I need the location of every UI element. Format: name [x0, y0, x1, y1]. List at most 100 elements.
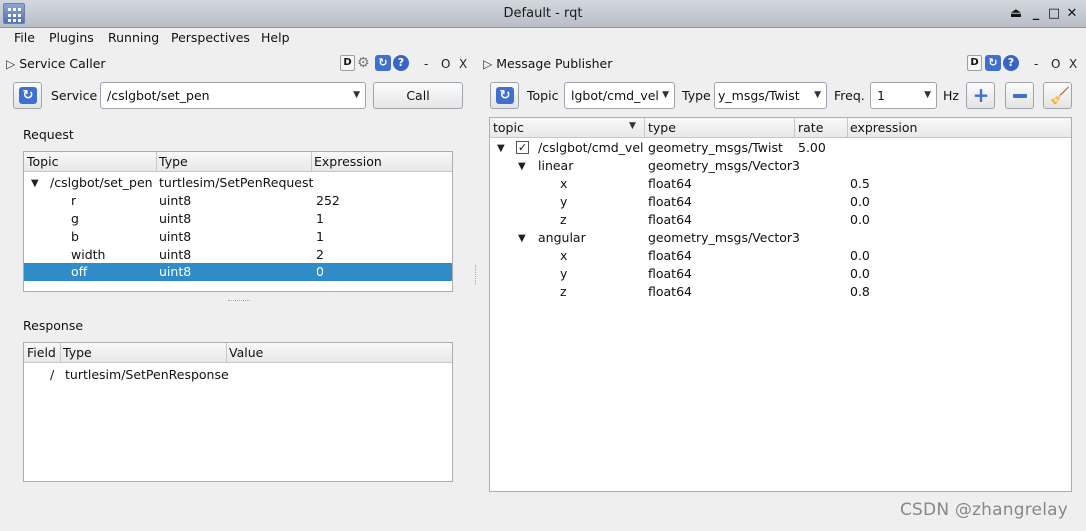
tree-row-topic[interactable]: z	[560, 284, 567, 299]
refresh-services-button[interactable]: ↻	[13, 82, 42, 109]
menu-file[interactable]: File	[14, 30, 35, 45]
tree-row-topic[interactable]: x	[560, 176, 567, 191]
table-row-expression[interactable]: 0	[316, 264, 324, 279]
table-row-type[interactable]: turtlesim/SetPenResponse	[65, 367, 229, 382]
col-expression[interactable]: Expression	[314, 154, 382, 169]
dock-minimize-button[interactable]: -	[424, 57, 428, 71]
col-topic[interactable]: topic	[493, 120, 524, 135]
message-publisher-dock-title[interactable]: ▷ Message Publisher	[483, 56, 612, 71]
refresh-topics-button[interactable]: ↻	[490, 82, 519, 109]
tree-row-type[interactable]: float64	[648, 284, 692, 299]
table-row-field[interactable]: /	[50, 367, 54, 382]
table-row-expression[interactable]: 252	[316, 193, 340, 208]
table-row-expression[interactable]: 1	[316, 211, 324, 226]
request-table[interactable]: Topic Type Expression ▼ /cslgbot/set_pen…	[23, 151, 453, 292]
remove-publisher-button[interactable]	[1005, 82, 1034, 109]
clear-publishers-button[interactable]: 🧹	[1043, 82, 1072, 109]
col-type[interactable]: Type	[63, 345, 92, 360]
call-button[interactable]: Call	[373, 82, 463, 109]
col-value[interactable]: Value	[229, 345, 263, 360]
minimize-icon[interactable]: _	[1028, 6, 1044, 22]
tree-row-expression[interactable]: 0.0	[850, 248, 870, 263]
menu-perspectives[interactable]: Perspectives	[171, 30, 250, 45]
publishers-tree[interactable]: topic ▼ type rate expression ▼ ✓ /cslgbo…	[489, 117, 1072, 492]
col-rate[interactable]: rate	[798, 120, 823, 135]
table-row-type[interactable]: uint8	[159, 193, 191, 208]
table-row-type[interactable]: uint8	[159, 247, 191, 262]
table-row-expression[interactable]: 2	[316, 247, 324, 262]
help-icon[interactable]: ?	[1003, 55, 1019, 71]
tree-row-topic[interactable]: y	[560, 266, 567, 281]
tree-row-type[interactable]: geometry_msgs/Twist	[648, 140, 783, 155]
tree-row-type[interactable]: float64	[648, 194, 692, 209]
table-row-type[interactable]: uint8	[159, 211, 191, 226]
splitter-handle[interactable]	[228, 300, 250, 302]
tree-row-expression[interactable]: 0.8	[850, 284, 870, 299]
gear-icon[interactable]: ⚙	[357, 55, 370, 71]
tree-row-topic[interactable]: /cslgbot/cmd_vel	[538, 140, 644, 155]
freq-combo[interactable]: 1 ▼	[870, 82, 937, 109]
help-icon[interactable]: ?	[393, 55, 409, 71]
collapse-arrow-icon[interactable]: ▼	[31, 178, 39, 189]
menu-running[interactable]: Running	[108, 30, 159, 45]
shade-icon[interactable]: ⏏	[1008, 6, 1024, 22]
tree-row-expression[interactable]: 0.5	[850, 176, 870, 191]
dock-d-button[interactable]: D	[340, 55, 355, 71]
tree-row-topic[interactable]: angular	[538, 230, 586, 245]
enable-checkbox[interactable]: ✓	[516, 141, 529, 154]
dock-float-button[interactable]: O	[441, 57, 450, 71]
reload-icon[interactable]: ↻	[375, 55, 391, 71]
tree-row-type[interactable]: geometry_msgs/Vector3	[648, 230, 800, 245]
topic-combo[interactable]: lgbot/cmd_vel ▼	[564, 82, 675, 109]
dock-d-button[interactable]: D	[967, 55, 982, 71]
tree-row-topic[interactable]: linear	[538, 158, 573, 173]
close-icon[interactable]: ✕	[1064, 6, 1080, 22]
maximize-icon[interactable]: □	[1046, 6, 1062, 22]
tree-row-topic[interactable]: x	[560, 248, 567, 263]
table-row-topic[interactable]: width	[71, 247, 105, 262]
tree-row-type[interactable]: float64	[648, 266, 692, 281]
tree-row-type[interactable]: float64	[648, 176, 692, 191]
menu-plugins[interactable]: Plugins	[49, 30, 94, 45]
response-table[interactable]: Field Type Value / turtlesim/SetPenRespo…	[23, 342, 453, 482]
collapse-arrow-icon[interactable]: ▼	[518, 161, 526, 172]
tree-row-type[interactable]: geometry_msgs/Vector3	[648, 158, 800, 173]
table-row-topic[interactable]: /cslgbot/set_pen	[50, 175, 153, 190]
menu-help[interactable]: Help	[261, 30, 290, 45]
dock-splitter[interactable]	[475, 265, 477, 285]
table-row-expression[interactable]: 1	[316, 229, 324, 244]
dock-close-button[interactable]: X	[1069, 57, 1077, 71]
tree-row-rate[interactable]: 5.00	[798, 140, 826, 155]
add-publisher-button[interactable]: +	[966, 82, 995, 109]
table-row-topic[interactable]: r	[71, 193, 76, 208]
tree-row-expression[interactable]: 0.0	[850, 266, 870, 281]
col-type[interactable]: type	[648, 120, 676, 135]
col-topic[interactable]: Topic	[27, 154, 58, 169]
collapse-arrow-icon[interactable]: ▼	[518, 233, 526, 244]
tree-row-topic[interactable]: z	[560, 212, 567, 227]
watermark: CSDN @zhangrelay	[899, 500, 1068, 520]
table-row-type[interactable]: uint8	[159, 229, 191, 244]
tree-row-type[interactable]: float64	[648, 248, 692, 263]
service-combo[interactable]: /cslgbot/set_pen ▼	[100, 82, 366, 109]
table-row-topic[interactable]: off	[71, 264, 87, 279]
dock-minimize-button[interactable]: -	[1034, 57, 1038, 71]
reload-icon[interactable]: ↻	[985, 55, 1001, 71]
table-row-topic[interactable]: b	[71, 229, 79, 244]
tree-row-topic[interactable]: y	[560, 194, 567, 209]
table-row-type[interactable]: turtlesim/SetPenRequest	[159, 175, 313, 190]
col-type[interactable]: Type	[159, 154, 188, 169]
dock-float-button[interactable]: O	[1051, 57, 1060, 71]
table-row-topic[interactable]: g	[71, 211, 79, 226]
service-caller-dock-title[interactable]: ▷ Service Caller	[6, 56, 106, 71]
dock-close-button[interactable]: X	[459, 57, 467, 71]
col-field[interactable]: Field	[27, 345, 56, 360]
tree-row-type[interactable]: float64	[648, 212, 692, 227]
col-expression[interactable]: expression	[850, 120, 917, 135]
collapse-arrow-icon[interactable]: ▼	[497, 143, 505, 154]
table-row-type[interactable]: uint8	[159, 264, 191, 279]
type-combo[interactable]: y_msgs/Twist ▼	[714, 82, 827, 109]
tree-row-expression[interactable]: 0.0	[850, 194, 870, 209]
tree-row-expression[interactable]: 0.0	[850, 212, 870, 227]
selected-row-highlight[interactable]	[24, 263, 452, 281]
